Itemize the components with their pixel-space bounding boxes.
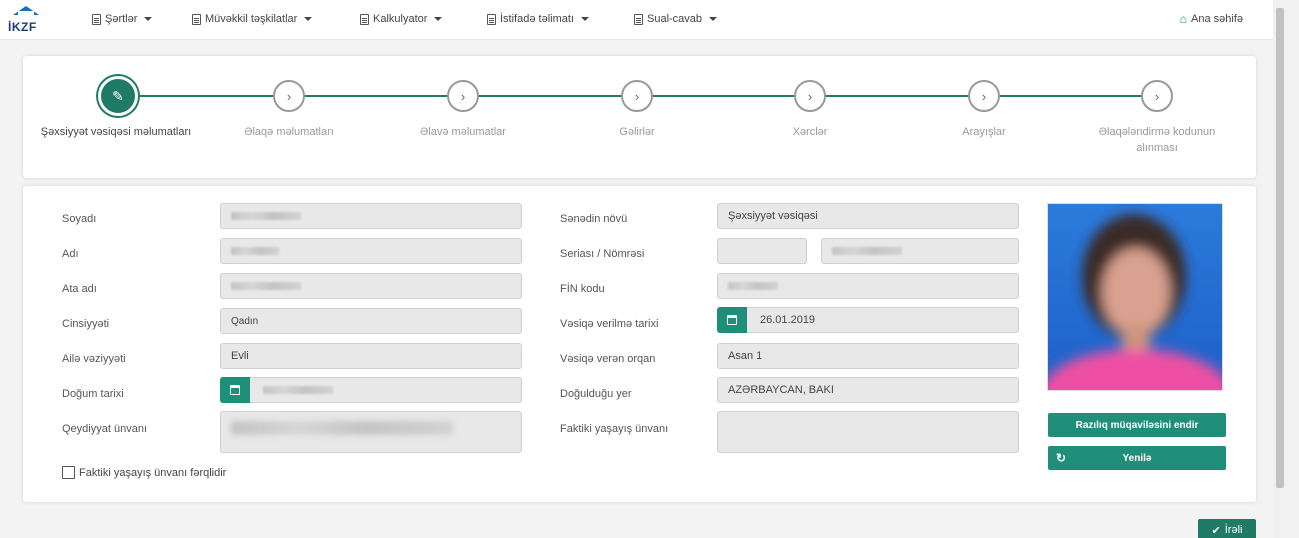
step-label: Əlaqələndirmə kodunun alınması — [1098, 126, 1216, 154]
step-label: Gəlirlər — [619, 126, 655, 138]
redacted-value — [231, 212, 301, 220]
actual-address-field[interactable] — [717, 411, 1019, 453]
redacted-value — [231, 247, 279, 255]
redacted-value — [231, 282, 301, 290]
patronymic-field[interactable] — [220, 273, 522, 299]
calendar-button[interactable] — [717, 307, 747, 333]
step-label: Əlavə məlumatlar — [420, 126, 506, 138]
chevron-right-icon: › — [794, 80, 826, 112]
label-ata-adi: Ata adı — [62, 283, 97, 295]
checkbox-label: Faktiki yaşayış ünvanı fərqlidir — [79, 466, 227, 479]
fin-code-field[interactable] — [717, 273, 1019, 299]
document-icon — [634, 13, 643, 25]
id-photo — [1047, 203, 1223, 391]
nav-muvekkil-teskilatlar[interactable]: Müvəkkil təşkilatlar — [192, 13, 313, 25]
caret-down-icon — [144, 17, 153, 21]
step-label: Şəxsiyyət vəsiqəsi məlumatları — [40, 126, 192, 138]
surname-field[interactable] — [220, 203, 522, 229]
name-field[interactable] — [220, 238, 522, 264]
label-vesiqe-verilme-tarixi: Vəsiqə verilmə tarixi — [560, 318, 659, 330]
label-aile-veziyyeti: Ailə vəziyyəti — [62, 353, 126, 365]
calendar-icon — [230, 385, 240, 395]
redacted-value — [728, 282, 778, 290]
label-qeydiyyat-unvani: Qeydiyyat ünvanı — [62, 423, 147, 435]
step-label: Xərclər — [792, 126, 828, 138]
identity-form: Soyadı Adı Ata adı Cinsiyyəti Qadın Ailə… — [23, 186, 1256, 502]
chevron-right-icon: › — [447, 80, 479, 112]
label-dogum-tarixi: Doğum tarixi — [62, 388, 124, 400]
next-button[interactable]: ✔ İrəli — [1198, 519, 1256, 538]
nav-istifade-telimati[interactable]: İstifadə təlimatı — [487, 13, 589, 25]
wizard-steps: ✎ Şəxsiyyət vəsiqəsi məlumatları › Əlaqə… — [23, 56, 1256, 178]
label-seriasi-nomresi: Seriası / Nömrəsi — [560, 248, 645, 260]
scrollbar-thumb[interactable] — [1276, 8, 1284, 488]
refresh-label: Yenilə — [1122, 452, 1152, 464]
nav-label: Müvəkkil təşkilatlar — [205, 13, 298, 25]
step-label: Əlaqə məlumatları — [244, 126, 334, 138]
issuing-authority-field[interactable]: Asan 1 — [717, 343, 1019, 369]
marital-status-field[interactable]: Evli — [220, 343, 522, 369]
redacted-value — [231, 421, 453, 435]
caret-down-icon — [434, 17, 443, 21]
portrait-image — [1048, 204, 1222, 390]
caret-down-icon — [304, 17, 313, 21]
chevron-right-icon: › — [621, 80, 653, 112]
label-vesiqe-veren-orqan: Vəsiqə verən orqan — [560, 353, 656, 365]
gender-field[interactable]: Qadın — [220, 308, 522, 334]
document-type-field[interactable]: Şəxsiyyət vəsiqəsi — [717, 203, 1019, 229]
issue-date-value: 26.01.2019 — [760, 314, 816, 326]
label-doguldugu-yer: Doğulduğu yer — [560, 388, 632, 400]
birth-place-field[interactable]: AZƏRBAYCAN, BAKI — [717, 377, 1019, 403]
logo-text: İKZF — [8, 20, 37, 34]
nav-sertler[interactable]: Şərtlər — [92, 13, 153, 25]
nav-sual-cavab[interactable]: Sual-cavab — [634, 13, 718, 25]
ikzf-logo[interactable]: İKZF — [6, 4, 50, 36]
refresh-icon: ↻ — [1056, 451, 1067, 465]
chevron-right-icon: › — [968, 80, 1000, 112]
document-icon — [360, 13, 369, 25]
issue-date-field[interactable]: 26.01.2019 — [717, 307, 1019, 333]
refresh-button[interactable]: ↻ Yenilə — [1048, 446, 1226, 470]
number-field[interactable] — [821, 238, 1019, 264]
top-navbar: İKZF Şərtlər Müvəkkil təşkilatlar Kalkul… — [0, 0, 1273, 40]
download-consent-button[interactable]: Razılıq müqaviləsini endir — [1048, 413, 1226, 437]
redacted-value — [263, 386, 333, 394]
home-label: Ana səhifə — [1191, 13, 1243, 25]
label-cinsiyyeti: Cinsiyyəti — [62, 318, 110, 330]
label-adi: Adı — [62, 248, 79, 260]
caret-down-icon — [580, 17, 589, 21]
vertical-scrollbar[interactable] — [1273, 0, 1299, 538]
home-icon: ⌂ — [1179, 12, 1188, 26]
calendar-button[interactable] — [220, 377, 250, 403]
label-faktiki-yasayis-unvani: Faktiki yaşayış ünvanı — [560, 423, 669, 435]
home-link[interactable]: ⌂ Ana səhifə — [1180, 13, 1243, 25]
birth-date-field[interactable] — [220, 377, 522, 403]
nav-kalkulyator[interactable]: Kalkulyator — [360, 13, 443, 25]
nav-label: Şərtlər — [105, 13, 138, 25]
series-field[interactable] — [717, 238, 807, 264]
next-label: İrəli — [1224, 524, 1243, 536]
label-fin-kodu: FİN kodu — [560, 283, 605, 295]
document-icon — [92, 13, 101, 25]
label-soyadi: Soyadı — [62, 213, 97, 225]
label-senedin-novu: Sənədin növü — [560, 213, 628, 225]
chevron-right-icon: › — [1141, 80, 1173, 112]
nav-label: Kalkulyator — [373, 13, 428, 25]
nav-label: Sual-cavab — [647, 13, 703, 25]
caret-down-icon — [709, 17, 718, 21]
chevron-right-icon: › — [273, 80, 305, 112]
checkbox[interactable] — [62, 466, 75, 479]
check-icon: ✔ — [1211, 524, 1221, 537]
document-icon — [487, 13, 496, 25]
actual-address-differs-checkbox[interactable]: Faktiki yaşayış ünvanı fərqlidir — [62, 466, 226, 479]
step-label: Arayışlar — [962, 126, 1006, 138]
nav-label: İstifadə təlimatı — [500, 13, 574, 25]
document-icon — [192, 13, 201, 25]
redacted-value — [832, 247, 902, 255]
pencil-icon: ✎ — [98, 76, 138, 116]
registration-address-field[interactable] — [220, 411, 522, 453]
calendar-icon — [727, 315, 737, 325]
